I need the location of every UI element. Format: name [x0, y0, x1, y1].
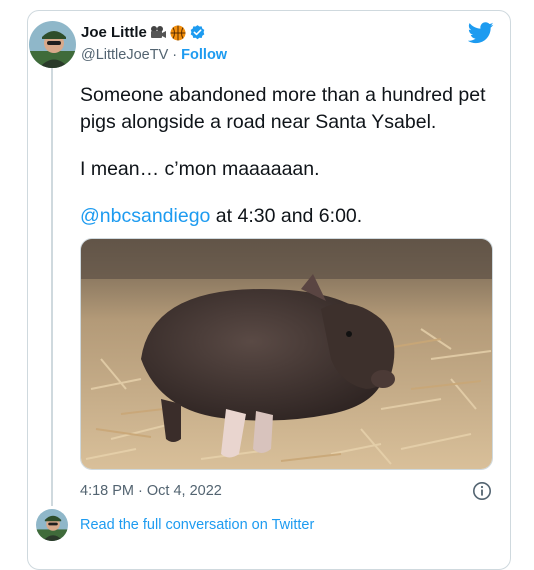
- author-display-name[interactable]: Joe Little: [81, 24, 147, 41]
- basketball-icon: [170, 25, 186, 41]
- tweet-timestamp[interactable]: 4:18 PM · Oct 4, 2022: [80, 483, 222, 499]
- author-handle[interactable]: @LittleJoeTV: [81, 47, 168, 63]
- handle-separator: ·: [172, 47, 178, 63]
- footer-avatar[interactable]: [36, 509, 68, 541]
- author-name-row[interactable]: Joe Little: [81, 24, 206, 41]
- twitter-bird-icon[interactable]: [467, 22, 494, 49]
- tweet-text: Someone abandoned more than a hundred pe…: [80, 82, 490, 230]
- tweet-paragraph-3-rest: at 4:30 and 6:00.: [210, 205, 363, 227]
- verified-badge-icon: [189, 24, 206, 41]
- author-avatar[interactable]: [29, 21, 76, 68]
- mention-link[interactable]: @nbcsandiego: [80, 205, 210, 227]
- read-full-conversation-link[interactable]: Read the full conversation on Twitter: [80, 517, 314, 533]
- follow-link[interactable]: Follow: [181, 47, 227, 63]
- tweet-paragraph-3: @nbcsandiego at 4:30 and 6:00.: [80, 203, 490, 230]
- info-icon[interactable]: [472, 481, 492, 506]
- tweet-paragraph-2: I mean… c’mon maaaaaan.: [80, 158, 320, 180]
- tweet-paragraph-1: Someone abandoned more than a hundred pe…: [80, 84, 486, 133]
- thread-line: [51, 68, 53, 506]
- movie-camera-icon: [150, 25, 167, 40]
- tweet-photo[interactable]: [80, 238, 493, 470]
- author-handle-row: @LittleJoeTV · Follow: [81, 47, 227, 63]
